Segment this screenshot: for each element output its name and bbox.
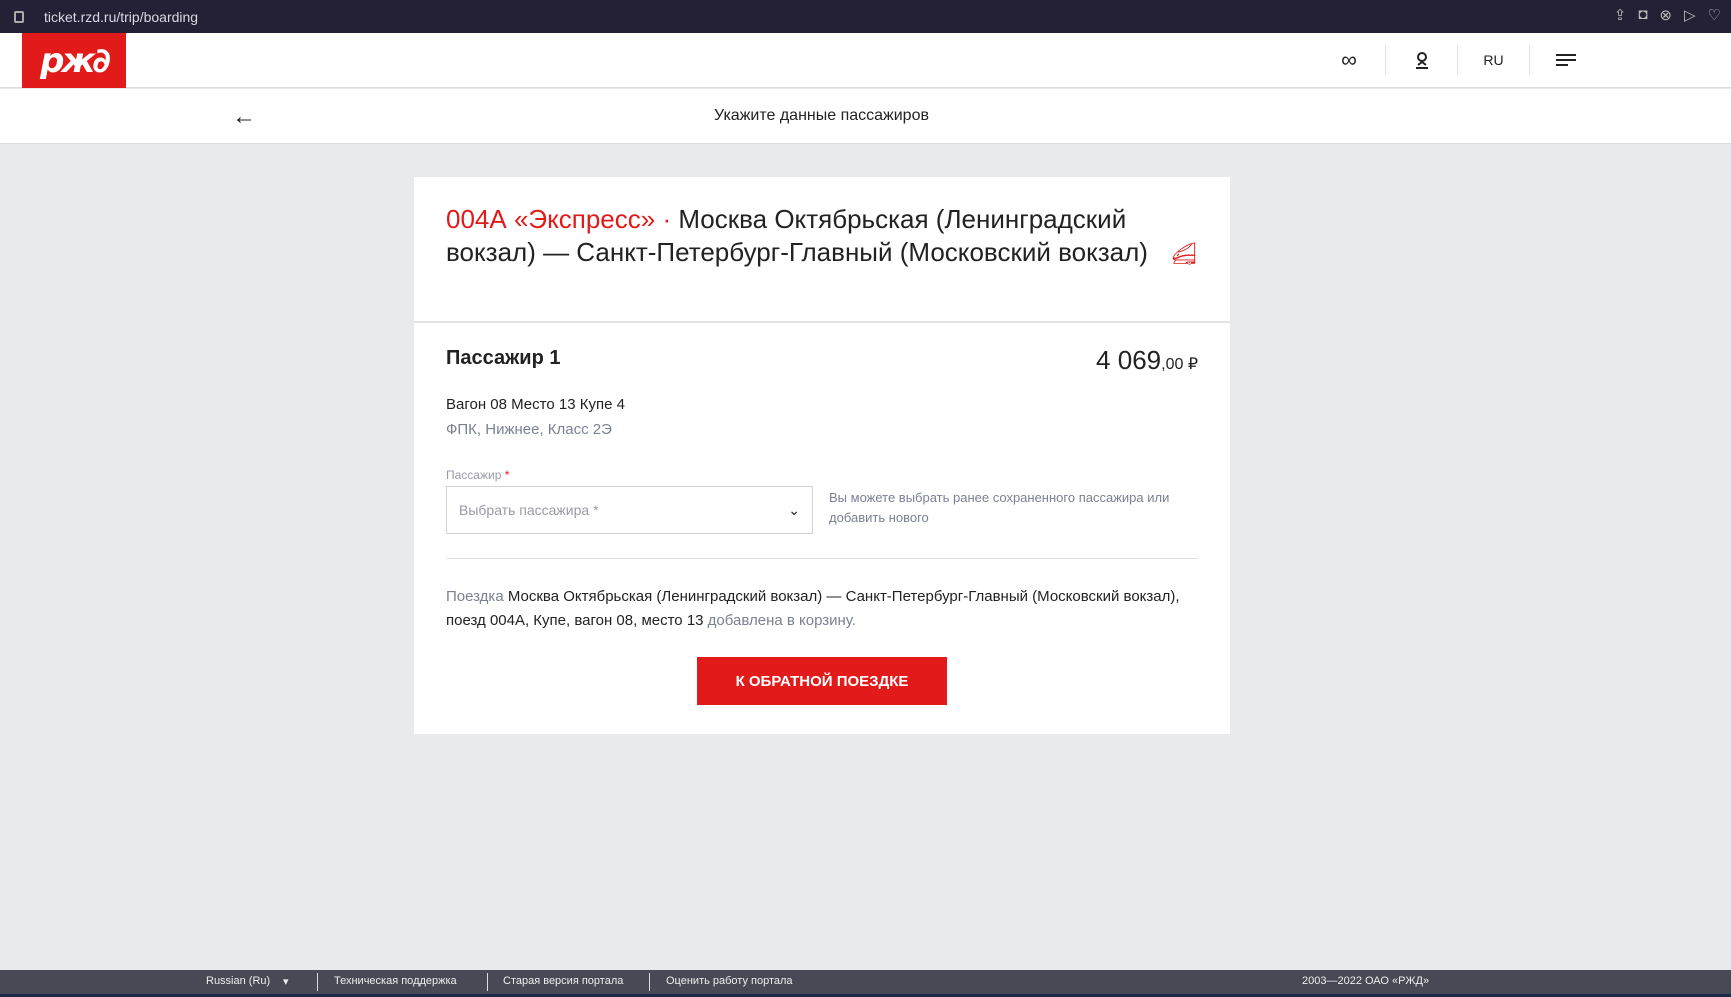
footer: Russian (Ru) ▾ Техническая поддержка Ста… xyxy=(0,970,1731,994)
language-switch[interactable]: RU xyxy=(1457,45,1529,75)
send-icon[interactable]: ▷ xyxy=(1684,6,1696,24)
divider xyxy=(446,558,1198,559)
chevron-down-icon: ⌄ xyxy=(788,501,800,518)
train-icon: 🚄︎ xyxy=(1170,241,1198,266)
return-trip-button[interactable]: К ОБРАТНОЙ ПОЕЗДКЕ xyxy=(697,657,947,705)
passenger-field-label: Пассажир * xyxy=(446,468,1198,482)
cart-note: Поездка Москва Октябрьская (Ленинградски… xyxy=(446,585,1198,633)
note-suffix: добавлена в корзину. xyxy=(707,612,856,629)
footer-sep xyxy=(317,973,318,991)
note-prefix: Поездка xyxy=(446,588,504,605)
price: 4 069,00 ₽ xyxy=(1096,345,1198,376)
passenger-hint: Вы можете выбрать ранее сохраненного пас… xyxy=(829,490,1170,525)
user-icon[interactable] xyxy=(1385,45,1457,75)
lock-icon xyxy=(14,10,24,23)
footer-sep xyxy=(487,973,488,991)
booking-card: 004А «Экспресс» · Москва Октябрьская (Ле… xyxy=(414,177,1230,734)
share-icon[interactable]: ⇪ xyxy=(1614,6,1627,24)
seat-info: Вагон 08 Место 13 Купе 4 xyxy=(446,396,625,413)
required-mark: * xyxy=(504,468,510,482)
caret-down-icon[interactable]: ▾ xyxy=(283,975,289,988)
footer-language[interactable]: Russian (Ru) xyxy=(206,975,270,987)
price-fraction: ,00 ₽ xyxy=(1161,356,1198,373)
site-header: рж∂ ∞ RU xyxy=(0,33,1731,88)
select-placeholder: Выбрать пассажира * xyxy=(459,502,599,518)
camera-icon[interactable]: ◘ xyxy=(1638,6,1647,24)
browser-bar: ticket.rzd.ru/trip/boarding ⇪ ◘ ⊗ ▷ ♡ xyxy=(0,0,1731,33)
footer-copyright: 2003—2022 ОАО «РЖД» xyxy=(1302,975,1430,987)
footer-old-version-link[interactable]: Старая версия портала xyxy=(503,975,623,987)
page-title: Укажите данные пассажиров xyxy=(714,107,929,124)
passenger-select[interactable]: Выбрать пассажира * ⌄ xyxy=(446,486,813,534)
accessibility-glasses-icon[interactable]: ∞ xyxy=(1313,45,1385,75)
footer-rate-link[interactable]: Оценить работу портала xyxy=(666,975,793,987)
title-separator: · xyxy=(655,204,679,234)
footer-sep xyxy=(649,973,650,991)
class-info: ФПК, Нижнее, Класс 2Э xyxy=(446,421,612,438)
footer-support-link[interactable]: Техническая поддержка xyxy=(334,975,457,987)
menu-icon[interactable] xyxy=(1529,45,1601,75)
price-main: 4 069 xyxy=(1096,345,1162,375)
train-name: 004А «Экспресс» xyxy=(446,204,656,234)
passenger-section: Пассажир 1 4 069,00 ₽ Вагон 08 Место 13 … xyxy=(414,323,1230,705)
close-circle-icon[interactable]: ⊗ xyxy=(1659,6,1672,24)
label-text: Пассажир xyxy=(446,468,502,482)
passenger-title: Пассажир 1 xyxy=(446,347,561,369)
trip-title: 004А «Экспресс» · Москва Октябрьская (Ле… xyxy=(446,203,1166,269)
url[interactable]: ticket.rzd.ru/trip/boarding xyxy=(44,9,198,25)
rzd-logo[interactable]: рж∂ xyxy=(22,33,126,88)
subheader: ← Укажите данные пассажиров xyxy=(0,89,1731,144)
heart-icon[interactable]: ♡ xyxy=(1708,6,1721,24)
